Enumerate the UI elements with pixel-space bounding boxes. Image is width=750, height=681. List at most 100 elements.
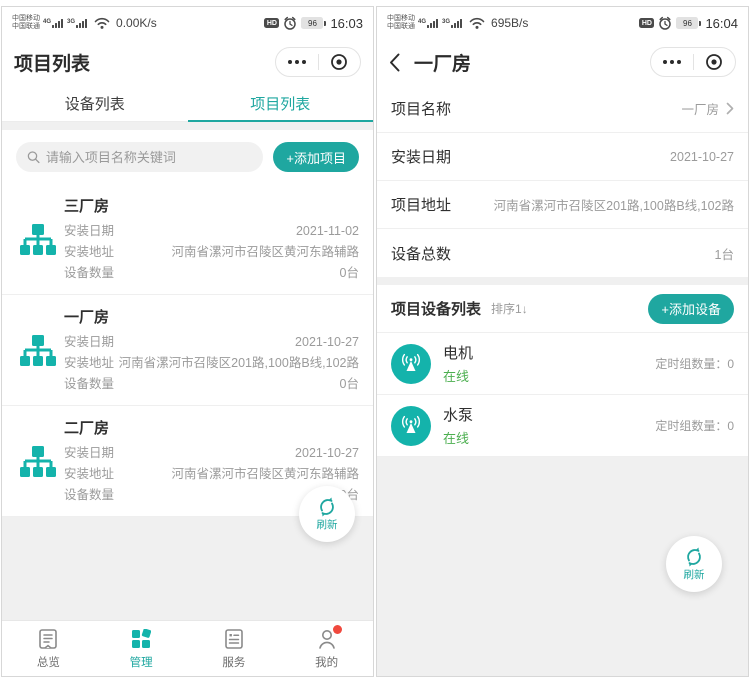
sitemap-icon <box>12 417 64 506</box>
install-date-label: 安装日期 <box>64 443 114 464</box>
more-icon[interactable] <box>276 48 318 76</box>
device-name: 水泵 <box>443 404 473 425</box>
back-icon[interactable] <box>389 53 400 72</box>
timer-group-count: 定时组数量：0 <box>655 417 734 434</box>
close-target-icon[interactable] <box>694 48 736 76</box>
device-name: 电机 <box>443 342 473 363</box>
field-project-address: 项目地址 河南省漯河市召陵区201路,100路B线,102路 <box>377 181 748 229</box>
network-speed: 0.00K/s <box>116 16 157 30</box>
manage-icon <box>131 627 151 651</box>
nav-item-manage[interactable]: 管理 <box>95 621 188 676</box>
refresh-icon <box>317 497 337 517</box>
device-item[interactable]: 电机 在线 定时组数量：0 <box>377 333 748 395</box>
battery-icon: 96 <box>676 17 701 29</box>
alarm-icon <box>283 16 297 30</box>
address-value: 河南省漯河市召陵区黄河东路辅路 <box>171 242 359 263</box>
sitemap-icon <box>12 195 64 284</box>
refresh-icon <box>684 547 704 567</box>
install-date-label: 安装日期 <box>64 332 114 353</box>
carrier-1: 中国移动 <box>387 15 415 23</box>
device-status: 在线 <box>443 428 473 447</box>
field-project-name[interactable]: 项目名称 一厂房 <box>377 85 748 133</box>
miniprogram-capsule <box>650 47 736 77</box>
close-target-icon[interactable] <box>319 48 361 76</box>
tab-project-list[interactable]: 项目列表 <box>188 85 374 121</box>
device-status: 在线 <box>443 366 473 385</box>
refresh-button[interactable]: 刷新 <box>666 536 722 592</box>
device-count-label: 设备数量 <box>64 374 114 395</box>
device-item[interactable]: 水泵 在线 定时组数量：0 <box>377 395 748 457</box>
search-input[interactable] <box>46 150 253 165</box>
clock-time: 16:03 <box>330 16 363 31</box>
project-item[interactable]: 三厂房 安装日期2021-11-02 安装地址河南省漯河市召陵区黄河东路辅路 设… <box>2 184 373 295</box>
address-label: 安装地址 <box>64 242 114 263</box>
install-date-label: 安装日期 <box>64 221 114 242</box>
device-count-value: 0台 <box>340 263 359 284</box>
project-name: 三厂房 <box>64 195 359 216</box>
bottom-nav: 总览 管理 服务 我的 <box>2 620 373 676</box>
chevron-right-icon <box>726 102 734 115</box>
screenshot-root: 中国移动 中国联通 4G 3G 0.00K/s HD 96 16:03 <box>0 0 750 679</box>
clock-time: 16:04 <box>705 16 738 31</box>
signal-3g-icon: 3G <box>442 19 462 28</box>
search-box[interactable] <box>16 142 263 172</box>
tab-device-list[interactable]: 设备列表 <box>2 85 188 121</box>
tab-bar: 设备列表 项目列表 <box>2 85 373 122</box>
carrier-names: 中国移动 中国联通 <box>12 15 40 31</box>
add-project-button[interactable]: +添加项目 <box>273 142 359 172</box>
nav-item-mine[interactable]: 我的 <box>280 621 373 676</box>
wifi-icon <box>94 17 110 29</box>
miniprogram-capsule <box>275 47 361 77</box>
install-date-value: 2021-10-27 <box>295 443 359 464</box>
network-speed: 695B/s <box>491 16 528 30</box>
carrier-2: 中国联通 <box>387 23 415 31</box>
page-title: 项目列表 <box>14 49 90 76</box>
address-label: 安装地址 <box>64 464 114 485</box>
refresh-button[interactable]: 刷新 <box>299 486 355 542</box>
hd-icon: HD <box>264 18 279 28</box>
field-device-total: 设备总数 1台 <box>377 229 748 277</box>
address-value: 河南省漯河市召陵区201路,100路B线,102路 <box>119 353 359 374</box>
notification-badge <box>333 625 342 634</box>
service-icon <box>224 627 244 651</box>
more-icon[interactable] <box>651 48 693 76</box>
nav-item-service[interactable]: 服务 <box>188 621 281 676</box>
add-device-button[interactable]: +添加设备 <box>648 294 734 324</box>
left-nav-bar: 项目列表 <box>2 39 373 85</box>
sort-control[interactable]: 排序1↓ <box>491 300 528 317</box>
left-status-bar: 中国移动 中国联通 4G 3G 0.00K/s HD 96 16:03 <box>2 7 373 39</box>
timer-group-count: 定时组数量：0 <box>655 355 734 372</box>
right-nav-bar: 一厂房 <box>377 39 748 85</box>
nav-item-overview[interactable]: 总览 <box>2 621 95 676</box>
project-name: 一厂房 <box>64 306 359 327</box>
right-screen: 中国移动 中国联通 4G 3G 695B/s HD 96 16:04 <box>376 6 749 677</box>
signal-4g-icon: 4G <box>418 19 438 28</box>
carrier-1: 中国移动 <box>12 15 40 23</box>
device-list-title: 项目设备列表 <box>391 298 481 319</box>
page-title: 一厂房 <box>414 49 471 76</box>
device-list-header: 项目设备列表 排序1↓ +添加设备 <box>377 285 748 333</box>
refresh-label: 刷新 <box>317 517 338 532</box>
broadcast-icon <box>391 406 431 446</box>
hd-icon: HD <box>639 18 654 28</box>
install-date-value: 2021-10-27 <box>295 332 359 353</box>
right-status-bar: 中国移动 中国联通 4G 3G 695B/s HD 96 16:04 <box>377 7 748 39</box>
divider-band <box>377 277 748 285</box>
install-date-value: 2021-11-02 <box>296 221 359 242</box>
search-icon <box>27 150 40 164</box>
project-item[interactable]: 一厂房 安装日期2021-10-27 安装地址河南省漯河市召陵区201路,100… <box>2 295 373 406</box>
refresh-label: 刷新 <box>684 567 705 582</box>
wifi-icon <box>469 17 485 29</box>
overview-icon <box>38 627 58 651</box>
carrier-2: 中国联通 <box>12 23 40 31</box>
broadcast-icon <box>391 344 431 384</box>
search-row: +添加项目 <box>2 130 373 184</box>
field-install-date: 安装日期 2021-10-27 <box>377 133 748 181</box>
device-count-value: 0台 <box>340 374 359 395</box>
left-screen: 中国移动 中国联通 4G 3G 0.00K/s HD 96 16:03 <box>1 6 374 677</box>
battery-icon: 96 <box>301 17 326 29</box>
address-value: 河南省漯河市召陵区黄河东路辅路 <box>171 464 359 485</box>
divider-band <box>2 122 373 130</box>
sitemap-icon <box>12 306 64 395</box>
project-name: 二厂房 <box>64 417 359 438</box>
